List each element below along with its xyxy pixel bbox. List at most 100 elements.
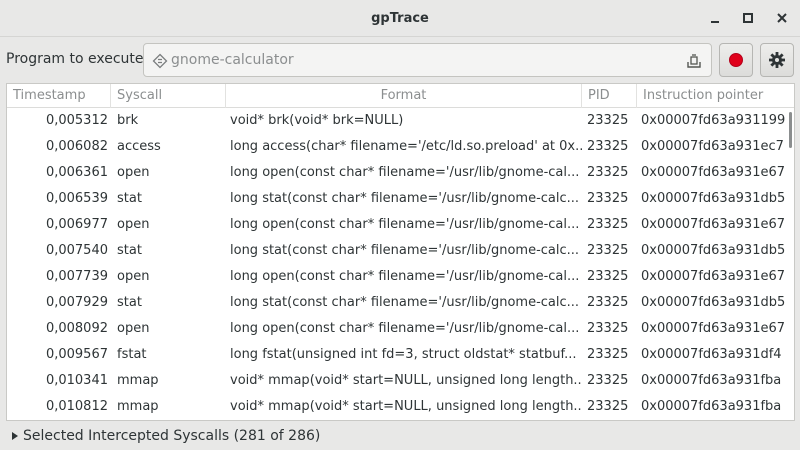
syscall-cell: mmap bbox=[117, 399, 159, 414]
record-icon bbox=[729, 53, 743, 67]
timestamp-cell: 0,007929 bbox=[45, 295, 108, 310]
pid-cell: 23325 bbox=[587, 243, 629, 258]
instruction-pointer-cell: 0x00007fd63a931db5 bbox=[641, 243, 786, 258]
pid-cell: 23325 bbox=[587, 373, 629, 388]
table-row[interactable]: 0,008092 open long open(const char* filena… bbox=[7, 316, 794, 342]
maximize-icon bbox=[743, 13, 753, 23]
expander-label: Selected Intercepted Syscalls (281 of 28… bbox=[23, 428, 321, 444]
format-cell: long stat(const char* filename='/usr/lib… bbox=[230, 295, 580, 310]
table-row[interactable]: 0,010341 mmap void* mmap(void* start=NULL,… bbox=[7, 368, 794, 394]
maximize-button[interactable] bbox=[737, 7, 759, 29]
minimize-icon bbox=[711, 21, 719, 23]
timestamp-cell: 0,009567 bbox=[45, 347, 108, 362]
table-row[interactable]: 0,007540 stat long stat(const char* filena… bbox=[7, 238, 794, 264]
format-cell: long stat(const char* filename='/usr/lib… bbox=[230, 191, 580, 206]
pid-cell: 23325 bbox=[587, 165, 629, 180]
minimize-button[interactable] bbox=[704, 7, 726, 29]
window-title: gpTrace bbox=[371, 11, 429, 26]
format-cell: void* brk(void* brk=NULL) bbox=[230, 113, 404, 128]
table-row[interactable]: 0,009567 fstat long fstat(unsigned int fd=… bbox=[7, 342, 794, 368]
header-format[interactable]: Format bbox=[226, 84, 582, 108]
table-row[interactable]: 0,006361 open long open(const char* filena… bbox=[7, 160, 794, 186]
table-row[interactable]: 0,007929 stat long stat(const char* filena… bbox=[7, 290, 794, 316]
timestamp-cell: 0,006082 bbox=[45, 139, 108, 154]
timestamp-cell: 0,006361 bbox=[45, 165, 108, 180]
syscall-cell: stat bbox=[117, 295, 142, 310]
header-syscall[interactable]: Syscall bbox=[111, 84, 226, 108]
format-cell: long open(const char* filename='/usr/lib… bbox=[230, 217, 580, 232]
syscall-cell: access bbox=[117, 139, 161, 154]
toolbar: Program to execute: bbox=[0, 38, 800, 83]
gear-icon bbox=[769, 52, 785, 68]
instruction-pointer-cell: 0x00007fd63a931e67 bbox=[641, 217, 786, 232]
syscall-cell: stat bbox=[117, 243, 142, 258]
title-bar: gpTrace bbox=[0, 0, 800, 37]
syscall-cell: open bbox=[117, 321, 150, 336]
open-file-icon[interactable] bbox=[685, 52, 703, 70]
format-cell: void* mmap(void* start=NULL, unsigned lo… bbox=[230, 399, 582, 414]
timestamp-cell: 0,007739 bbox=[45, 269, 108, 284]
pid-cell: 23325 bbox=[587, 269, 629, 284]
pid-cell: 23325 bbox=[587, 321, 629, 336]
table-row[interactable]: 0,006977 open long open(const char* filena… bbox=[7, 212, 794, 238]
program-entry[interactable] bbox=[143, 43, 712, 77]
timestamp-cell: 0,006977 bbox=[45, 217, 108, 232]
close-icon bbox=[777, 13, 787, 23]
selected-syscalls-expander[interactable]: Selected Intercepted Syscalls (281 of 28… bbox=[10, 428, 320, 444]
syscall-cell: fstat bbox=[117, 347, 147, 362]
timestamp-cell: 0,010812 bbox=[45, 399, 108, 414]
syscall-cell: open bbox=[117, 165, 150, 180]
timestamp-cell: 0,005312 bbox=[45, 113, 108, 128]
footer: Selected Intercepted Syscalls (281 of 28… bbox=[0, 422, 800, 450]
executable-icon bbox=[151, 52, 169, 70]
instruction-pointer-cell: 0x00007fd63a931e67 bbox=[641, 165, 786, 180]
format-cell: long open(const char* filename='/usr/lib… bbox=[230, 269, 580, 284]
timestamp-cell: 0,008092 bbox=[45, 321, 108, 336]
table-row[interactable]: 0,010812 mmap void* mmap(void* start=NULL,… bbox=[7, 394, 794, 420]
pid-cell: 23325 bbox=[587, 347, 629, 362]
format-cell: long open(const char* filename='/usr/lib… bbox=[230, 321, 580, 336]
timestamp-cell: 0,010341 bbox=[45, 373, 108, 388]
header-pid[interactable]: PID bbox=[582, 84, 637, 108]
timestamp-cell: 0,007540 bbox=[45, 243, 108, 258]
instruction-pointer-cell: 0x00007fd63a931df4 bbox=[641, 347, 782, 362]
format-cell: long access(char* filename='/etc/ld.so.p… bbox=[230, 139, 582, 154]
pid-cell: 23325 bbox=[587, 399, 629, 414]
close-button[interactable] bbox=[771, 7, 793, 29]
syscall-cell: brk bbox=[117, 113, 139, 128]
pid-cell: 23325 bbox=[587, 217, 629, 232]
pid-cell: 23325 bbox=[587, 191, 629, 206]
vertical-scrollbar[interactable] bbox=[789, 112, 792, 148]
pid-cell: 23325 bbox=[587, 139, 629, 154]
instruction-pointer-cell: 0x00007fd63a931fba bbox=[641, 373, 782, 388]
program-label: Program to execute: bbox=[6, 51, 149, 67]
header-timestamp[interactable]: Timestamp bbox=[7, 84, 111, 108]
format-cell: long open(const char* filename='/usr/lib… bbox=[230, 165, 580, 180]
table-row[interactable]: 0,007739 open long open(const char* filena… bbox=[7, 264, 794, 290]
table-row[interactable]: 0,005312 brk void* brk(void* brk=NULL) 2332… bbox=[7, 108, 794, 134]
triangle-right-icon bbox=[10, 429, 20, 443]
program-input[interactable] bbox=[171, 44, 671, 76]
syscall-table[interactable]: Timestamp Syscall Format PID Instruction… bbox=[6, 83, 795, 421]
instruction-pointer-cell: 0x00007fd63a931e67 bbox=[641, 321, 786, 336]
syscall-cell: open bbox=[117, 269, 150, 284]
instruction-pointer-cell: 0x00007fd63a931db5 bbox=[641, 295, 786, 310]
table-header: Timestamp Syscall Format PID Instruction… bbox=[7, 84, 794, 108]
pid-cell: 23325 bbox=[587, 295, 629, 310]
instruction-pointer-cell: 0x00007fd63a931fba bbox=[641, 399, 782, 414]
record-button[interactable] bbox=[719, 43, 753, 77]
table-row[interactable]: 0,006539 stat long stat(const char* filena… bbox=[7, 186, 794, 212]
table-row[interactable]: 0,006082 access long access(char* filename… bbox=[7, 134, 794, 160]
format-cell: void* mmap(void* start=NULL, unsigned lo… bbox=[230, 373, 582, 388]
instruction-pointer-cell: 0x00007fd63a931ec7 bbox=[641, 139, 784, 154]
settings-button[interactable] bbox=[760, 43, 794, 77]
header-instruction-pointer[interactable]: Instruction pointer bbox=[637, 84, 794, 108]
instruction-pointer-cell: 0x00007fd63a931db5 bbox=[641, 191, 786, 206]
format-cell: long stat(const char* filename='/usr/lib… bbox=[230, 243, 580, 258]
timestamp-cell: 0,006539 bbox=[45, 191, 108, 206]
instruction-pointer-cell: 0x00007fd63a931199 bbox=[641, 113, 786, 128]
syscall-cell: stat bbox=[117, 191, 142, 206]
format-cell: long fstat(unsigned int fd=3, struct old… bbox=[230, 347, 577, 362]
pid-cell: 23325 bbox=[587, 113, 629, 128]
syscall-cell: mmap bbox=[117, 373, 159, 388]
